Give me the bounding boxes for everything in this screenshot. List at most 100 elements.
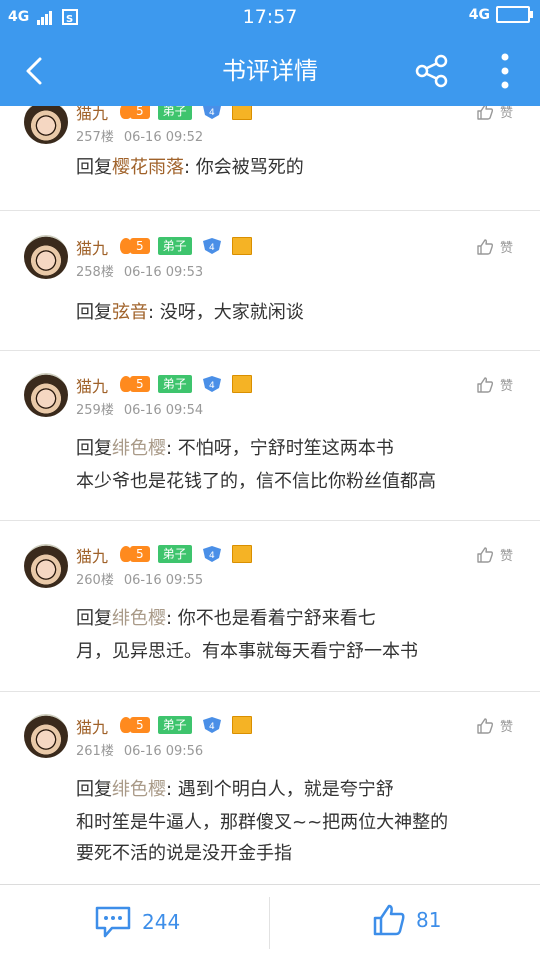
comment-text: : 遇到个明白人，就是夸宁舒 (166, 779, 394, 800)
comment-meta: 261楼 06-16 09:56 (76, 740, 203, 759)
comment-meta: 257楼 06-16 09:52 (76, 126, 203, 145)
comment-meta: 260楼 06-16 09:55 (76, 569, 203, 588)
username[interactable]: 猫九 (76, 543, 108, 567)
bottom-action-bar: 244 81 (0, 884, 540, 961)
avatar[interactable] (24, 373, 68, 417)
book-badge-icon (231, 106, 252, 120)
like-count-button[interactable]: 81 (372, 903, 441, 937)
like-button[interactable]: 赞 (476, 237, 513, 256)
like-button[interactable]: 赞 (476, 375, 513, 394)
like-count: 81 (416, 908, 442, 932)
avatar[interactable] (24, 714, 68, 758)
level-badge: 5 (120, 376, 150, 392)
thumbs-up-icon (477, 717, 494, 734)
svg-text:4: 4 (209, 243, 215, 253)
comment-meta: 259楼 06-16 09:54 (76, 399, 203, 418)
level-badge: 5 (120, 106, 150, 119)
like-button[interactable]: 赞 (476, 716, 513, 735)
level-badge: 5 (120, 238, 150, 254)
comment-text: : 不怕呀，宁舒时笙这两本书 (166, 438, 394, 459)
floor-number: 258楼 (76, 265, 114, 280)
reply-prefix: 回复 (76, 608, 112, 629)
role-badge: 弟子 (157, 545, 192, 563)
floor-number: 259楼 (76, 403, 114, 418)
comment-line: 月，见异思迁。有本事就每天看宁舒一本书 (76, 641, 418, 662)
like-label: 赞 (500, 241, 514, 256)
comment-line: 本少爷也是花钱了的，信不信比你粉丝值都高 (76, 471, 436, 492)
username[interactable]: 猫九 (76, 714, 108, 738)
more-vertical-icon (501, 53, 509, 89)
user-badges: 5 弟子 4 (120, 375, 252, 393)
level-badge: 5 (120, 546, 150, 562)
thumbs-up-icon (373, 904, 405, 936)
comment-text: : 没呀，大家就闲谈 (148, 302, 304, 323)
comment-content: 回复ꩰ绯色樱ꩰ: 遇到个明白人，就是夸宁舒 和时笙是牛逼人，那群傻叉~~把两位大… (76, 774, 516, 869)
comment-count-button[interactable]: 244 (94, 905, 180, 939)
share-button[interactable] (414, 53, 450, 89)
vip-shield-icon: 4 (200, 106, 224, 120)
more-button[interactable] (490, 50, 520, 92)
book-badge-icon (231, 545, 252, 563)
level-value: 5 (130, 238, 150, 254)
comment-content: 回复ꩰ绯色樱ꩰ: 不怕呀，宁舒时笙这两本书 本少爷也是花钱了的，信不信比你粉丝值… (76, 433, 516, 497)
reply-target-user[interactable]: 绯色樱 (112, 608, 166, 629)
like-label: 赞 (500, 379, 514, 394)
page-title: 书评详情 (222, 57, 318, 85)
vip-shield-icon: 4 (200, 237, 224, 255)
thumbs-up-icon (477, 238, 494, 255)
comment-text: : 你不也是看着宁舒来看七 (166, 608, 376, 629)
book-badge-icon (231, 716, 252, 734)
like-button[interactable]: 赞 (476, 545, 513, 564)
role-badge: 弟子 (157, 375, 192, 393)
like-label: 赞 (500, 549, 514, 564)
comment-meta: 258楼 06-16 09:53 (76, 261, 203, 280)
thumbs-up-icon (477, 106, 494, 120)
reply-target-user[interactable]: 绯色樱 (112, 779, 166, 800)
comment-content: 回复樱花雨落: 你会被骂死的 (76, 152, 516, 183)
comment-time: 06-16 09:55 (123, 573, 204, 588)
vip-shield-icon: 4 (200, 545, 224, 563)
svg-text:4: 4 (209, 551, 215, 561)
reply-prefix: 回复 (76, 157, 112, 178)
avatar[interactable] (24, 235, 68, 279)
book-badge-icon (231, 237, 252, 255)
comment-text: : 你会被骂死的 (184, 157, 304, 178)
comment-list[interactable]: 猫九 5 弟子 4 257楼 06-16 09:52 赞 回复樱花雨落: 你会被骂… (0, 106, 540, 880)
title-bar: 书评详情 (0, 36, 540, 106)
username[interactable]: 猫九 (76, 106, 108, 124)
floor-number: 261楼 (76, 744, 114, 759)
status-bar: 4G S 17:57 4G (0, 0, 540, 36)
avatar[interactable] (24, 544, 68, 588)
divider (269, 897, 270, 949)
comment-line: 回复ꩰ绯色樱ꩰ: 你不也是看着宁舒来看七 (76, 603, 516, 636)
avatar[interactable] (24, 106, 68, 144)
reply-target-user[interactable]: 弦音 (112, 302, 148, 323)
reply-target-user[interactable]: 樱花雨落 (112, 157, 184, 178)
user-badges: 5 弟子 4 (120, 106, 252, 120)
comment-item: 猫九 5 弟子 4 259楼 06-16 09:54 赞 回复ꩰ绯色樱ꩰ: 不怕呀… (0, 351, 540, 521)
share-icon (415, 54, 448, 88)
book-badge-icon (231, 375, 252, 393)
battery-icon (496, 6, 533, 23)
username[interactable]: 猫九 (76, 235, 108, 259)
like-button[interactable]: 赞 (476, 106, 513, 121)
vip-shield-icon: 4 (200, 375, 224, 393)
comment-time: 06-16 09:54 (123, 403, 204, 418)
comment-line: 回复ꩰ绯色樱ꩰ: 不怕呀，宁舒时笙这两本书 (76, 433, 516, 466)
comment-count: 244 (142, 910, 181, 934)
reply-target-user[interactable]: 绯色樱 (112, 438, 166, 459)
comment-line: 要死不活的说是没开金手指 (76, 843, 292, 864)
comment-item: 猫九 5 弟子 4 261楼 06-16 09:56 赞 回复ꩰ绯色樱ꩰ: 遇到个… (0, 692, 540, 880)
comment-time: 06-16 09:53 (123, 265, 204, 280)
status-right: 4G (469, 6, 533, 23)
user-badges: 5 弟子 4 (120, 716, 252, 734)
comment-item: 猫九 5 弟子 4 257楼 06-16 09:52 赞 回复樱花雨落: 你会被骂… (0, 106, 540, 211)
level-value: 5 (130, 546, 150, 562)
svg-text:4: 4 (209, 381, 215, 391)
comment-time: 06-16 09:52 (123, 130, 204, 145)
comment-line: 和时笙是牛逼人，那群傻叉~~把两位大神整的 (76, 812, 449, 833)
floor-number: 260楼 (76, 573, 114, 588)
svg-text:4: 4 (209, 722, 215, 732)
username[interactable]: 猫九 (76, 373, 108, 397)
svg-text:4: 4 (209, 108, 215, 118)
